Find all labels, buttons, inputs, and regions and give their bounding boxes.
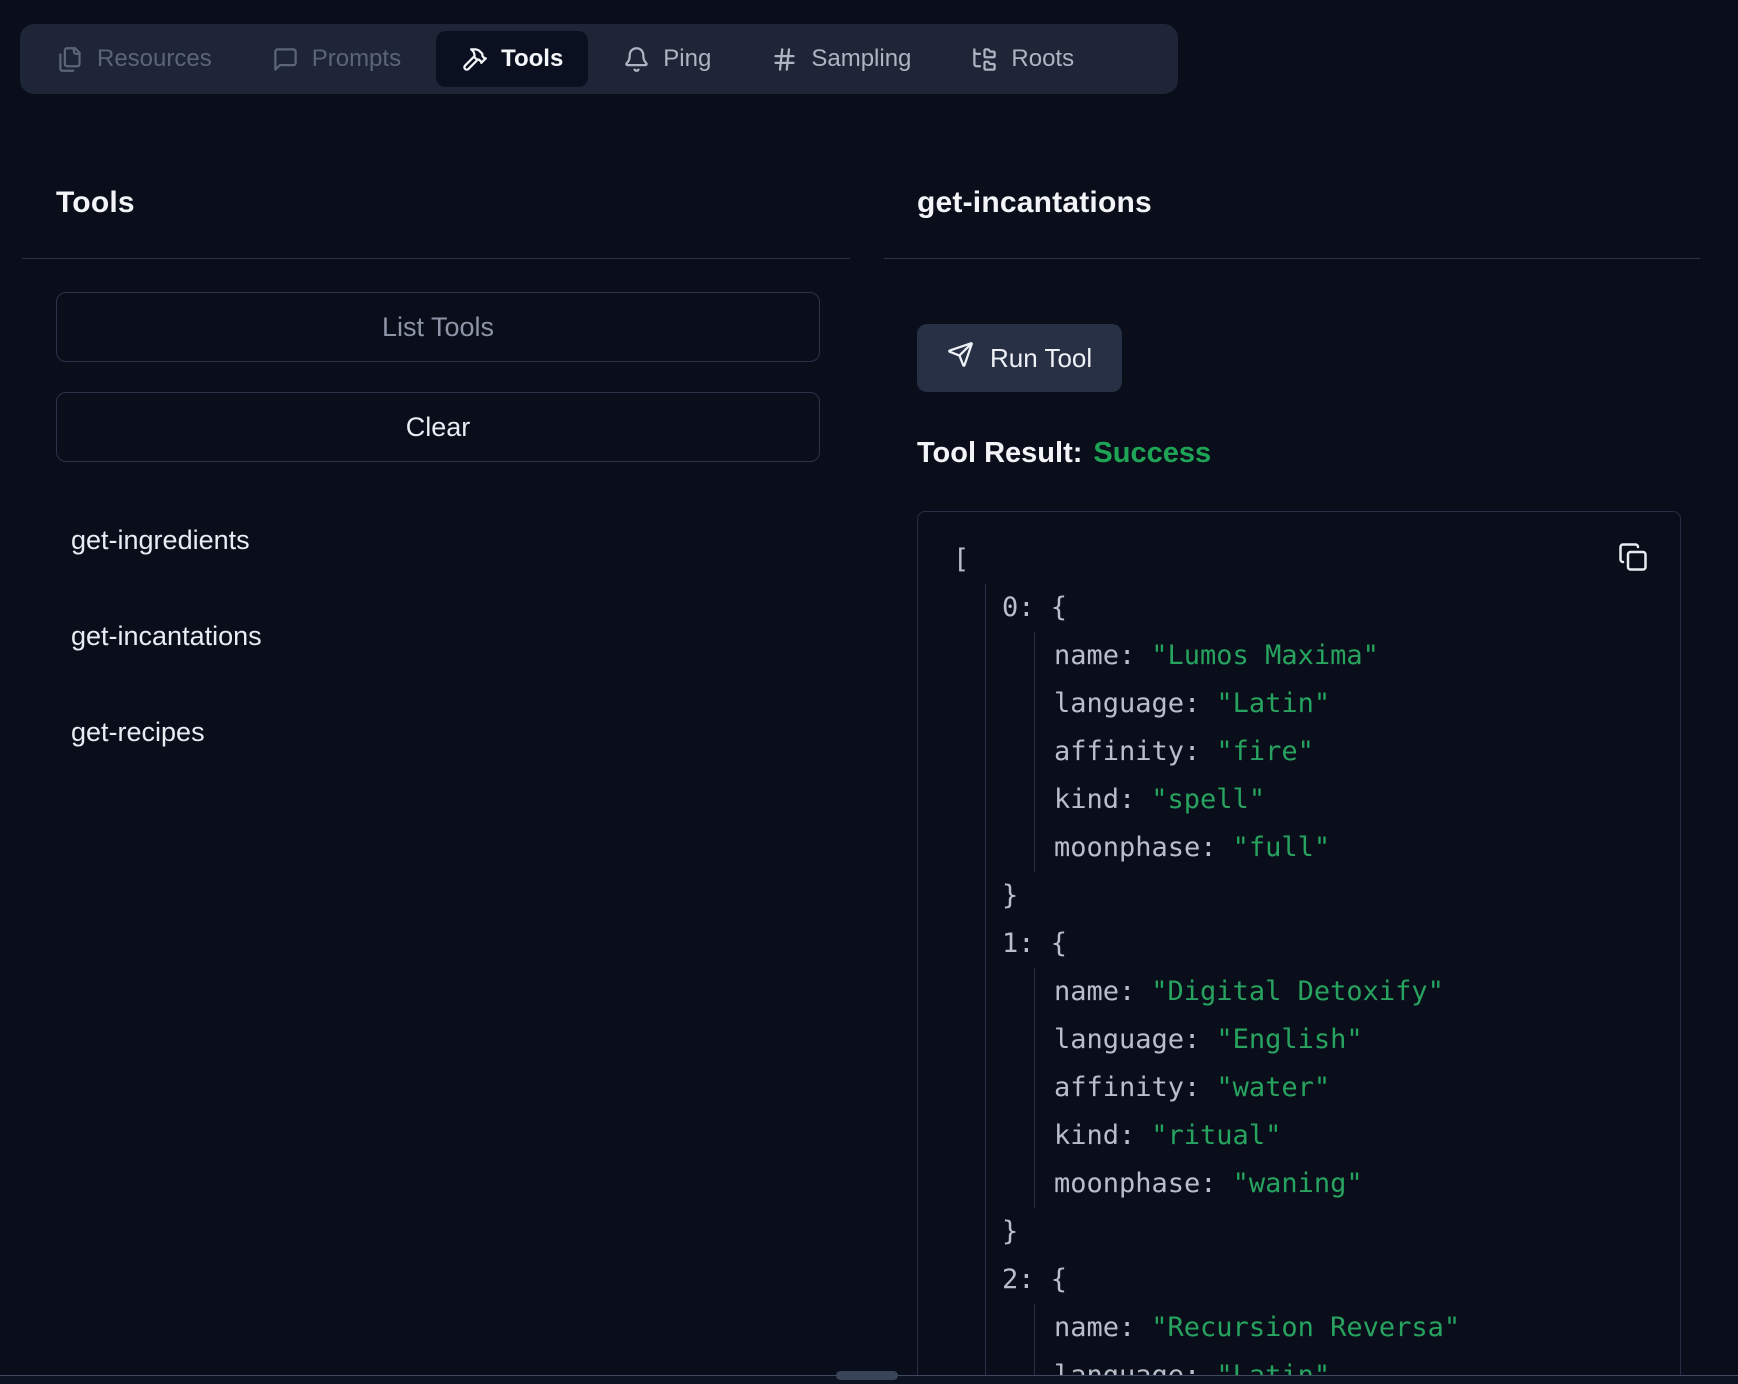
- json-object-fields: name:"Recursion Reversa"language:"Latin": [1034, 1304, 1660, 1384]
- json-key: kind:: [1054, 784, 1151, 815]
- nav-tab-prompts[interactable]: Prompts: [247, 31, 426, 87]
- horizontal-scrollbar-track[interactable]: [0, 1375, 1738, 1384]
- json-line: }: [1002, 1208, 1660, 1256]
- horizontal-scrollbar-thumb[interactable]: [836, 1371, 898, 1380]
- json-line: name:"Lumos Maxima": [1054, 632, 1660, 680]
- json-key: affinity:: [1054, 1072, 1216, 1103]
- json-line: [: [953, 536, 1660, 584]
- nav-tab-tools[interactable]: Tools: [436, 31, 588, 87]
- folder-tree-icon: [971, 46, 998, 73]
- json-key: name:: [1054, 976, 1151, 1007]
- json-line: affinity:"fire": [1054, 728, 1660, 776]
- json-line: 0: {: [1002, 584, 1660, 632]
- tool-list-item-get-recipes[interactable]: get-recipes: [71, 715, 205, 749]
- tools-panel-divider: [22, 258, 850, 259]
- tools-panel-title: Tools: [56, 186, 135, 220]
- json-value: "spell": [1151, 784, 1265, 815]
- nav-tab-roots[interactable]: Roots: [946, 31, 1099, 87]
- json-line: kind:"spell": [1054, 776, 1660, 824]
- json-line: 2: {: [1002, 1256, 1660, 1304]
- json-array-items: 0: {name:"Lumos Maxima"language:"Latin"a…: [985, 584, 1660, 1384]
- nav-tab-sampling[interactable]: Sampling: [746, 31, 936, 87]
- json-value: "Recursion Reversa": [1151, 1312, 1460, 1343]
- json-line: language:"Latin": [1054, 680, 1660, 728]
- json-line: }: [1002, 872, 1660, 920]
- json-value: "waning": [1233, 1168, 1363, 1199]
- tool-list: get-ingredients get-incantations get-recip…: [71, 523, 262, 749]
- list-tools-button[interactable]: List Tools: [56, 292, 820, 362]
- json-tree: [0: {name:"Lumos Maxima"language:"Latin"…: [953, 536, 1660, 1384]
- copy-icon: [1618, 560, 1648, 575]
- json-key: name:: [1054, 1312, 1151, 1343]
- tool-result-label: Tool Result:: [917, 437, 1082, 469]
- tool-list-item-get-incantations[interactable]: get-incantations: [71, 619, 262, 653]
- nav-tab-ping[interactable]: Ping: [598, 31, 736, 87]
- selected-tool-title: get-incantations: [917, 186, 1152, 220]
- json-key: language:: [1054, 1024, 1216, 1055]
- tool-result-line: Tool Result: Success: [917, 437, 1211, 470]
- json-line: name:"Recursion Reversa": [1054, 1304, 1660, 1352]
- json-line: affinity:"water": [1054, 1064, 1660, 1112]
- json-value: "full": [1233, 832, 1331, 863]
- json-line: kind:"ritual": [1054, 1112, 1660, 1160]
- run-tool-button[interactable]: Run Tool: [917, 324, 1122, 392]
- message-square-icon: [272, 46, 299, 73]
- json-key: moonphase:: [1054, 832, 1233, 863]
- json-line: name:"Digital Detoxify": [1054, 968, 1660, 1016]
- json-value: "Latin": [1216, 688, 1330, 719]
- hash-icon: [771, 46, 798, 73]
- clear-button[interactable]: Clear: [56, 392, 820, 462]
- json-key: affinity:: [1054, 736, 1216, 767]
- tool-list-item-get-ingredients[interactable]: get-ingredients: [71, 523, 250, 557]
- json-object-fields: name:"Lumos Maxima"language:"Latin"affin…: [1034, 632, 1660, 872]
- json-object-fields: name:"Digital Detoxify"language:"English…: [1034, 968, 1660, 1208]
- files-icon: [57, 46, 84, 73]
- tool-result-json-viewer[interactable]: [0: {name:"Lumos Maxima"language:"Latin"…: [917, 511, 1681, 1384]
- json-key: language:: [1054, 688, 1216, 719]
- json-value: "water": [1216, 1072, 1330, 1103]
- json-line: language:"English": [1054, 1016, 1660, 1064]
- json-key: name:: [1054, 640, 1151, 671]
- run-tool-label: Run Tool: [990, 343, 1092, 374]
- json-line: 1: {: [1002, 920, 1660, 968]
- capability-tabbar: Resources Prompts Tools Ping Sampling Ro…: [20, 24, 1178, 94]
- json-value: "Digital Detoxify": [1151, 976, 1444, 1007]
- json-value: "Lumos Maxima": [1151, 640, 1379, 671]
- json-value: "ritual": [1151, 1120, 1281, 1151]
- json-key: kind:: [1054, 1120, 1151, 1151]
- json-value: "English": [1216, 1024, 1362, 1055]
- json-line: moonphase:"waning": [1054, 1160, 1660, 1208]
- hammer-icon: [461, 46, 488, 73]
- tool-result-status: Success: [1093, 437, 1211, 469]
- nav-tab-resources[interactable]: Resources: [32, 31, 237, 87]
- copy-button[interactable]: [1617, 542, 1649, 574]
- selected-tool-divider: [884, 258, 1700, 259]
- send-icon: [947, 341, 974, 375]
- json-line: moonphase:"full": [1054, 824, 1660, 872]
- json-value: "fire": [1216, 736, 1314, 767]
- json-key: moonphase:: [1054, 1168, 1233, 1199]
- bell-icon: [623, 46, 650, 73]
